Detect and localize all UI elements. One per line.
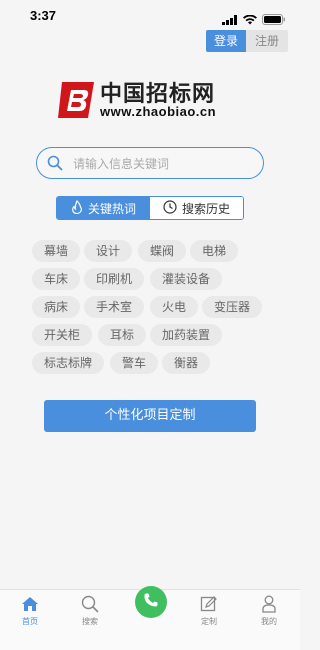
tabbar-home[interactable]: 首页 bbox=[0, 594, 60, 627]
battery-icon bbox=[262, 10, 286, 29]
keyword-tag[interactable]: 加药装置 bbox=[150, 324, 223, 346]
status-bar: 3:37 bbox=[0, 0, 300, 30]
keyword-tag[interactable]: 灌装设备 bbox=[150, 268, 223, 290]
keyword-tag[interactable]: 幕墙 bbox=[32, 240, 81, 262]
tab-search-history[interactable]: 搜索历史 bbox=[150, 197, 243, 219]
call-button[interactable] bbox=[135, 586, 167, 618]
user-icon bbox=[261, 595, 277, 615]
signal-icon bbox=[222, 10, 238, 29]
keyword-tag[interactable]: 衡器 bbox=[162, 352, 211, 374]
tabbar-home-label: 首页 bbox=[22, 617, 38, 626]
tabbar-search[interactable]: 搜索 bbox=[60, 594, 120, 627]
clock-icon bbox=[163, 199, 177, 217]
edit-icon bbox=[200, 595, 218, 615]
keyword-tag[interactable]: 开关柜 bbox=[32, 324, 93, 346]
custom-project-button[interactable]: 个性化项目定制 bbox=[44, 400, 256, 432]
zhaobiao-logo: 中国招标网 www.zhaobiao.cn bbox=[58, 78, 248, 122]
tab-hot-keywords[interactable]: 关键热词 bbox=[57, 197, 150, 219]
search-input[interactable]: 请输入信息关键词 bbox=[36, 147, 264, 179]
keyword-tag[interactable]: 火电 bbox=[150, 296, 199, 318]
keyword-tag[interactable]: 警车 bbox=[110, 352, 159, 374]
keyword-tag[interactable]: 耳标 bbox=[98, 324, 147, 346]
tabbar-mine-label: 我的 bbox=[261, 617, 277, 626]
tab-hot-label: 关键热词 bbox=[87, 201, 136, 216]
status-icons bbox=[222, 10, 286, 29]
keyword-tag[interactable]: 病床 bbox=[32, 296, 81, 318]
tabbar-custom-label: 定制 bbox=[201, 617, 217, 626]
status-time: 3:37 bbox=[30, 8, 57, 23]
flame-icon bbox=[71, 199, 83, 217]
keyword-tag[interactable]: 设计 bbox=[84, 240, 133, 262]
keyword-tag[interactable]: 印刷机 bbox=[84, 268, 145, 290]
keyword-tab-switch: 关键热词 搜索历史 bbox=[56, 196, 244, 220]
wifi-icon bbox=[243, 10, 257, 29]
search-icon bbox=[81, 595, 99, 615]
tab-history-label: 搜索历史 bbox=[181, 201, 230, 216]
keyword-tag[interactable]: 手术室 bbox=[84, 296, 145, 318]
logo-mark-icon bbox=[58, 80, 98, 124]
home-icon bbox=[21, 596, 39, 614]
logo-url: www.zhaobiao.cn bbox=[100, 104, 217, 119]
bottom-tab-bar: 首页 搜索 定制 我的 bbox=[0, 586, 300, 650]
keyword-tag[interactable]: 标志标牌 bbox=[32, 352, 105, 374]
search-icon bbox=[47, 155, 63, 175]
login-button[interactable]: 登录 bbox=[206, 30, 246, 52]
tabbar-custom[interactable]: 定制 bbox=[179, 594, 239, 627]
tabbar-mine[interactable]: 我的 bbox=[239, 594, 299, 627]
register-button[interactable]: 注册 bbox=[246, 30, 288, 52]
keyword-tag[interactable]: 车床 bbox=[32, 268, 81, 290]
keyword-tag[interactable]: 电梯 bbox=[190, 240, 239, 262]
phone-icon bbox=[143, 592, 159, 612]
keyword-tag[interactable]: 变压器 bbox=[202, 296, 263, 318]
search-placeholder: 请输入信息关键词 bbox=[73, 157, 170, 171]
keyword-tag[interactable]: 蝶阀 bbox=[138, 240, 187, 262]
auth-buttons: 登录 注册 bbox=[206, 30, 288, 52]
tabbar-search-label: 搜索 bbox=[82, 617, 98, 626]
